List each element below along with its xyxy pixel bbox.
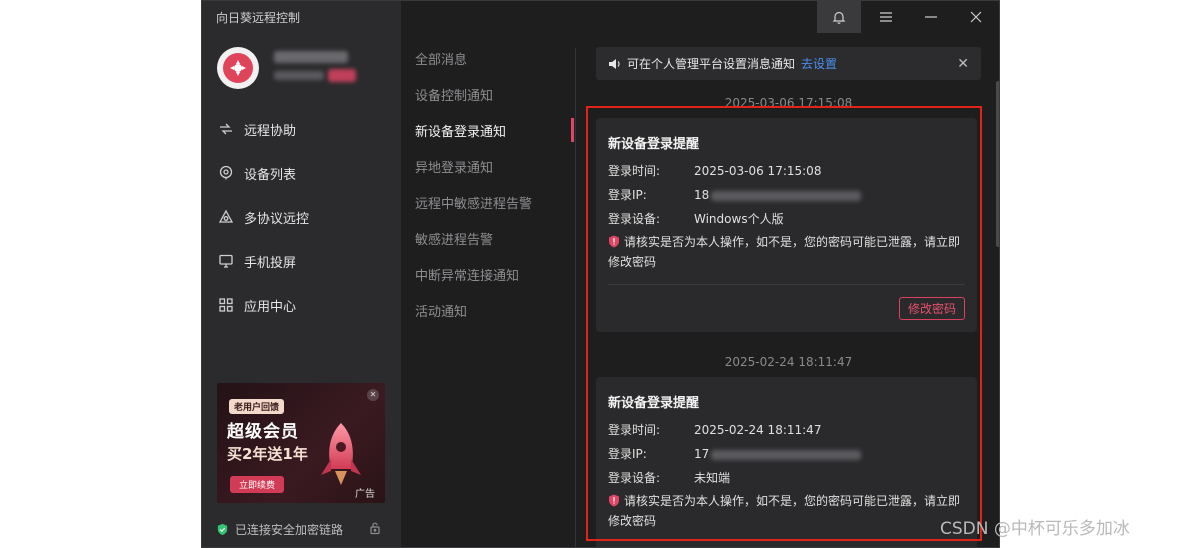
- column-divider: [575, 48, 576, 547]
- device-list-icon: [217, 164, 235, 182]
- scrollbar-thumb[interactable]: [996, 81, 999, 247]
- ad-tag: 老用户回馈: [229, 399, 285, 414]
- minimize-icon: [925, 16, 937, 18]
- multi-protocol-icon: [217, 208, 235, 226]
- speaker-icon: [609, 58, 620, 69]
- sidebar-item-label: 应用中心: [244, 299, 297, 315]
- sidebar: 向日葵远程控制 远程协助 设备列表 多协议远控 手机投屏 应用中心 老用户回馈 …: [202, 1, 401, 547]
- hamburger-menu-icon: [880, 12, 892, 22]
- member-badge-blurred: [328, 69, 356, 82]
- bell-icon: [832, 11, 846, 24]
- sidebar-item-label: 多协议远控: [244, 211, 310, 227]
- sidebar-item-remote-assist[interactable]: 远程协助: [202, 107, 401, 151]
- app-center-icon: [217, 296, 235, 314]
- settings-notice-bar: 可在个人管理平台设置消息通知 去设置 ✕: [596, 47, 981, 80]
- minimize-button[interactable]: [909, 1, 953, 33]
- app-title: 向日葵远程控制: [216, 11, 301, 25]
- close-icon: [970, 11, 982, 23]
- close-window-button[interactable]: [954, 1, 998, 33]
- notification-bell-button[interactable]: [817, 1, 861, 33]
- ad-renew-button[interactable]: 立即续费: [230, 476, 285, 493]
- connection-status: 已连接安全加密链路: [216, 521, 343, 538]
- message-category-list: 全部消息 设备控制通知 新设备登录通知 异地登录通知 远程中敏感进程告警 敏感进…: [401, 1, 577, 547]
- username-blurred: [274, 51, 348, 63]
- ad-close-icon[interactable]: ✕: [367, 389, 379, 401]
- menu-button[interactable]: [864, 1, 908, 33]
- remote-assist-icon: [217, 120, 235, 138]
- sidebar-item-label: 设备列表: [244, 167, 297, 183]
- sunflower-logo-icon: [223, 53, 253, 83]
- screen-cast-icon: [217, 252, 235, 270]
- notice-close-icon[interactable]: ✕: [957, 56, 969, 72]
- sidebar-item-label: 远程协助: [244, 123, 297, 139]
- avatar[interactable]: [217, 47, 259, 89]
- ad-label: 广告: [355, 489, 375, 500]
- connection-status-text: 已连接安全加密链路: [235, 523, 344, 537]
- category-sensitive-process[interactable]: 敏感进程告警: [415, 229, 493, 248]
- user-sub-blurred: [274, 71, 324, 80]
- sidebar-item-screen-cast[interactable]: 手机投屏: [202, 239, 401, 283]
- active-category-indicator: [571, 118, 574, 142]
- category-new-device-login[interactable]: 新设备登录通知: [415, 121, 506, 140]
- notice-text: 可在个人管理平台设置消息通知: [627, 57, 796, 71]
- category-all[interactable]: 全部消息: [415, 49, 467, 68]
- sidebar-item-device-list[interactable]: 设备列表: [202, 151, 401, 195]
- category-abnormal-disconnect[interactable]: 中断异常连接通知: [415, 265, 519, 284]
- category-remote-login[interactable]: 异地登录通知: [415, 157, 493, 176]
- highlight-box: [586, 106, 982, 541]
- sidebar-item-multi-protocol[interactable]: 多协议远控: [202, 195, 401, 239]
- sidebar-item-app-center[interactable]: 应用中心: [202, 283, 401, 327]
- category-device-control[interactable]: 设备控制通知: [415, 85, 493, 104]
- category-remote-sensitive-process[interactable]: 远程中敏感进程告警: [415, 193, 532, 212]
- category-activity[interactable]: 活动通知: [415, 301, 467, 320]
- ad-headline: 超级会员: [227, 422, 299, 442]
- promo-ad-banner[interactable]: 老用户回馈 ✕ 超级会员 买2年送1年 立即续费 广告: [217, 383, 385, 503]
- rocket-icon: [321, 423, 361, 485]
- lock-icon[interactable]: [368, 521, 382, 535]
- sidebar-item-label: 手机投屏: [244, 255, 297, 271]
- sidebar-nav: 远程协助 设备列表 多协议远控 手机投屏 应用中心: [202, 107, 401, 327]
- secure-shield-icon: [217, 523, 228, 536]
- watermark: CSDN @中杯可乐多加冰: [940, 519, 1130, 539]
- ad-subline: 买2年送1年: [227, 445, 308, 463]
- go-settings-link[interactable]: 去设置: [801, 55, 837, 72]
